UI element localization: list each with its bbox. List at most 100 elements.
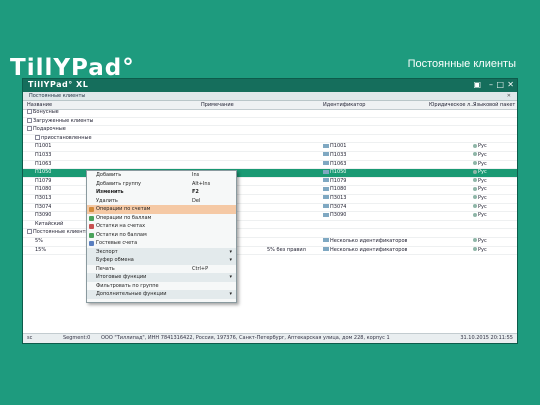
- row-language-text: Рус: [478, 169, 487, 176]
- row-name-cell: Бонусные: [27, 109, 59, 117]
- context-menu-item[interactable]: Изменить F2: [87, 188, 236, 197]
- minimize-icon[interactable]: –: [489, 80, 493, 90]
- row-identifier: П1050: [323, 169, 346, 177]
- globe-icon: [473, 161, 477, 166]
- row-language-text: Рус: [478, 237, 487, 244]
- column-header-note[interactable]: Примечание: [201, 101, 234, 109]
- context-menu-group[interactable]: Экспорт ▾: [87, 247, 236, 256]
- context-menu: Добавить Ins Добавить группу Alt+Ins Изменит…: [86, 170, 237, 303]
- row-language-text: Рус: [478, 194, 487, 201]
- menu-item-shortcut: Alt+Ins: [192, 180, 211, 187]
- globe-icon: [473, 178, 477, 183]
- menu-item-label: Операции по счетам: [96, 206, 151, 212]
- menu-item-icon: [89, 241, 94, 246]
- row-language: Рус: [473, 195, 487, 203]
- expand-toggle-icon[interactable]: [27, 229, 32, 235]
- menu-item-label: Добавить: [96, 172, 122, 178]
- app-logo: TillYPad° XL: [28, 80, 89, 89]
- slide-bottom-strip: [0, 352, 540, 405]
- app-titlebar: TillYPad° XL ▣ – □ ✕: [23, 79, 517, 92]
- table-row[interactable]: приостановленные: [23, 134, 517, 144]
- row-identifier-text: П1079: [330, 177, 347, 184]
- context-menu-item[interactable]: Добавить Ins: [87, 171, 236, 180]
- row-name-cell: Постоянные клиенты: [27, 229, 89, 237]
- context-menu-item[interactable]: Операции по баллам: [87, 214, 236, 223]
- row-name: 5%: [35, 237, 43, 244]
- column-header-legal-entity[interactable]: Юридическое л...: [429, 101, 475, 109]
- row-name: П3013: [35, 194, 52, 201]
- row-language: Рус: [473, 178, 487, 186]
- column-header-identifier[interactable]: Идентификатор: [323, 101, 365, 109]
- window-icon[interactable]: ▣: [473, 80, 481, 90]
- row-name: П1080: [35, 186, 52, 193]
- row-name-cell: П1080: [35, 186, 51, 194]
- row-name: П1063: [35, 160, 52, 167]
- status-user: sc: [27, 335, 33, 341]
- expand-toggle-icon[interactable]: [35, 134, 40, 140]
- card-icon: [323, 169, 329, 174]
- context-menu-item[interactable]: Остатки на счетах: [87, 222, 236, 231]
- table-row[interactable]: П1001 П1001 Рус: [23, 143, 517, 152]
- card-icon: [323, 204, 329, 209]
- row-identifier: П3013: [323, 195, 346, 203]
- expand-toggle-icon[interactable]: [27, 109, 32, 114]
- globe-icon: [473, 152, 477, 157]
- row-name-cell: Китайский: [35, 221, 63, 229]
- row-name: П3090: [35, 212, 52, 219]
- status-company: ООО "Тиллипад", ИНН 7841316422, Россия, …: [101, 335, 390, 341]
- menu-item-icon: [89, 215, 94, 221]
- menu-item-shortcut: Ctrl+P: [192, 265, 209, 272]
- row-name-cell: П1001: [35, 143, 51, 151]
- context-menu-item[interactable]: Фильтровать по группе: [87, 282, 236, 291]
- row-name: приостановленные: [41, 134, 92, 141]
- close-icon[interactable]: ✕: [507, 80, 514, 90]
- context-menu-group[interactable]: Буфер обмена ▾: [87, 256, 236, 265]
- row-identifier-text: П1080: [330, 186, 347, 193]
- column-header-language[interactable]: Языковой пакет: [473, 101, 515, 109]
- globe-icon: [473, 238, 477, 243]
- slide-title: Постоянные клиенты: [407, 58, 516, 70]
- menu-item-label: Фильтровать по группе: [96, 282, 159, 289]
- tab-close-icon[interactable]: ✕: [507, 92, 511, 100]
- globe-icon: [473, 186, 477, 191]
- expand-toggle-icon[interactable]: [27, 126, 32, 132]
- row-name: Постоянные клиенты: [33, 229, 90, 236]
- globe-icon: [473, 169, 477, 174]
- context-menu-item[interactable]: Удалить Del: [87, 197, 236, 206]
- row-language-text: Рус: [478, 151, 487, 158]
- context-menu-item[interactable]: Печать Ctrl+P: [87, 265, 236, 274]
- row-language: Рус: [473, 247, 487, 255]
- document-tab[interactable]: Постоянные клиенты ✕: [23, 92, 517, 101]
- table-row[interactable]: Подарочные: [23, 126, 517, 135]
- row-name: П1050: [35, 169, 52, 176]
- row-name-cell: П1079: [35, 178, 51, 186]
- row-identifier-text: П1001: [330, 143, 347, 150]
- row-name-cell: П3074: [35, 204, 51, 212]
- row-language: Рус: [473, 212, 487, 220]
- menu-item-icon: [89, 224, 94, 229]
- context-menu-group[interactable]: Дополнительные функции ▾: [87, 290, 236, 299]
- expand-toggle-icon[interactable]: [27, 117, 32, 123]
- maximize-icon[interactable]: □: [496, 80, 504, 90]
- context-menu-item[interactable]: Гостевые счета: [87, 239, 236, 248]
- menu-item-label: Операции по баллам: [96, 214, 152, 221]
- table-row[interactable]: Бонусные: [23, 109, 517, 118]
- column-header-name[interactable]: Название: [27, 101, 52, 109]
- menu-item-label: Изменить: [96, 189, 124, 195]
- menu-item-label: Добавить группу: [96, 180, 142, 187]
- row-name-cell: Загруженные клиенты: [27, 117, 93, 126]
- menu-item-label: Остатки по баллам: [96, 231, 147, 238]
- table-row[interactable]: П1033 П1033 Рус: [23, 152, 517, 161]
- row-name-cell: 15%: [35, 247, 46, 255]
- context-menu-group[interactable]: Итоговые функции ▾: [87, 273, 236, 282]
- context-menu-item[interactable]: Остатки по баллам: [87, 231, 236, 240]
- table-row[interactable]: П1063 П1063 Рус: [23, 161, 517, 170]
- row-language: Рус: [473, 186, 487, 194]
- chevron-down-icon: ▾: [229, 274, 232, 280]
- context-menu-item[interactable]: Операции по счетам: [87, 205, 236, 214]
- context-menu-item[interactable]: Добавить группу Alt+Ins: [87, 180, 236, 189]
- table-row[interactable]: Загруженные клиенты: [23, 117, 517, 127]
- row-identifier-text: П3013: [330, 194, 347, 201]
- row-language-text: Рус: [478, 143, 487, 150]
- row-language-text: Рус: [478, 212, 487, 219]
